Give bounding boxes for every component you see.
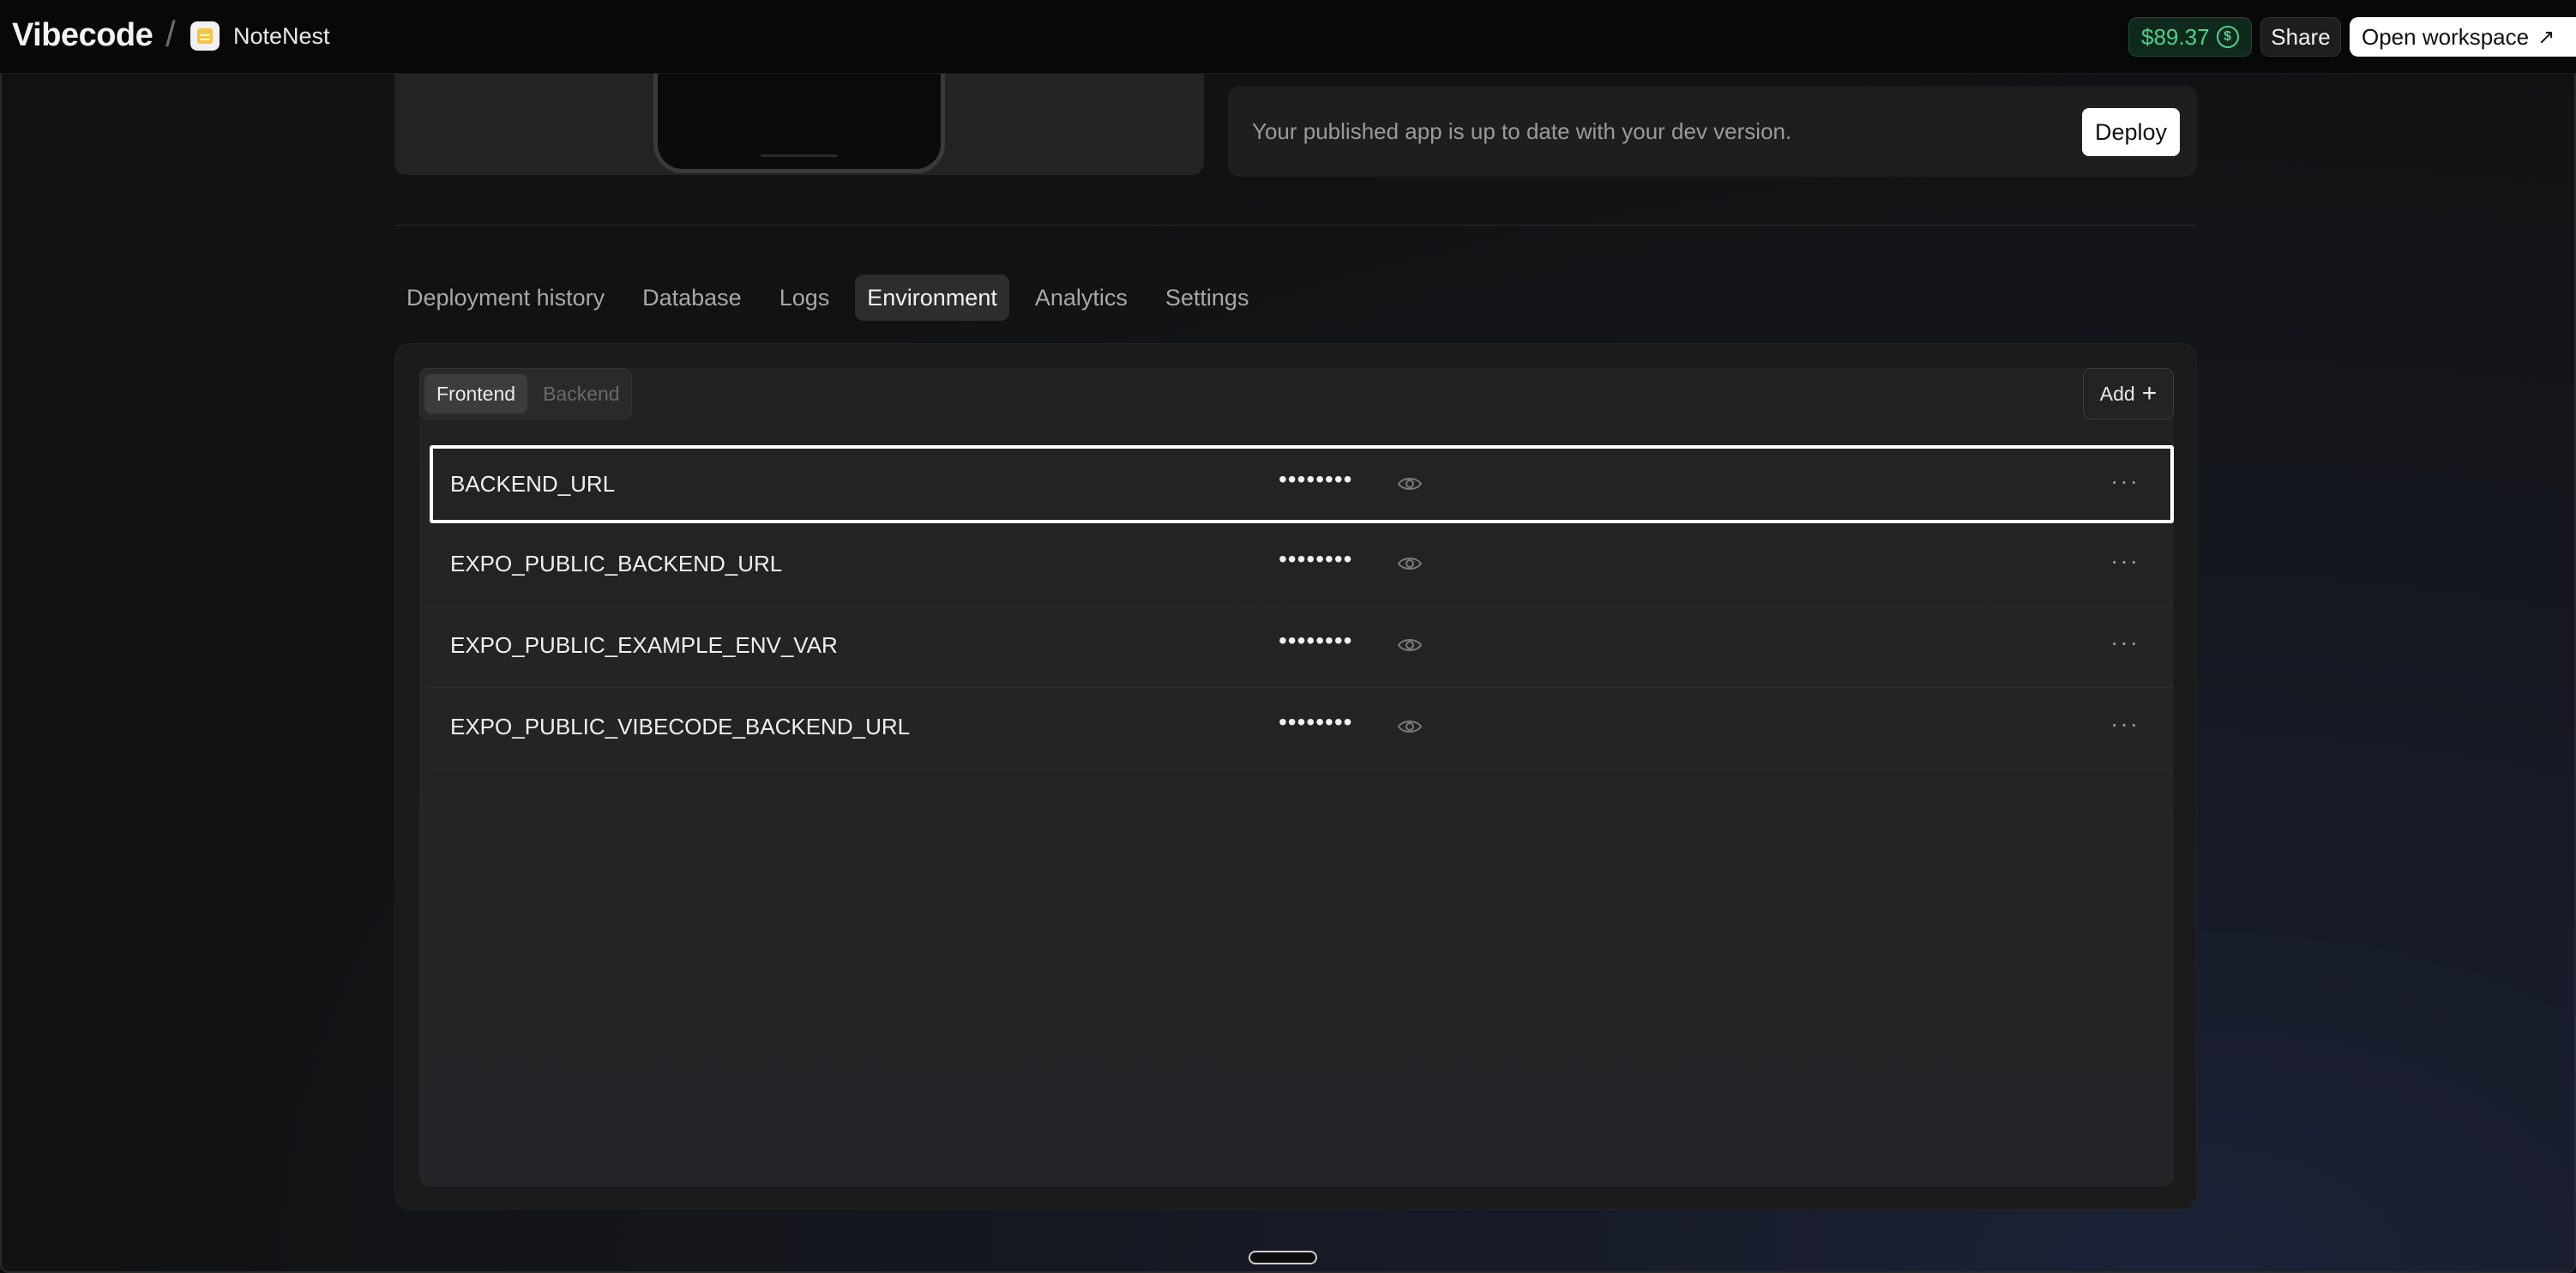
- env-variable-list: BACKEND_URL •••••••• ··· EXPO_PUBLIC_BAC…: [430, 445, 2174, 769]
- brand-logo[interactable]: Vibecode: [12, 17, 153, 54]
- plus-icon: +: [2141, 379, 2158, 407]
- dollar-coin-icon: $: [2216, 26, 2239, 48]
- segment-backend[interactable]: Backend: [531, 374, 632, 413]
- env-variable-key: BACKEND_URL: [450, 471, 616, 497]
- more-options-icon[interactable]: ···: [2110, 710, 2140, 738]
- env-variable-value-masked: ••••••••: [1279, 627, 1353, 654]
- home-indicator-bar[interactable]: [1249, 1251, 1317, 1264]
- notes-app-icon: [190, 21, 220, 51]
- env-variable-row[interactable]: BACKEND_URL •••••••• ···: [430, 445, 2174, 523]
- segment-frontend[interactable]: Frontend: [424, 374, 528, 413]
- tab-analytics[interactable]: Analytics: [1023, 275, 1140, 321]
- deploy-status-text: Your published app is up to date with yo…: [1252, 118, 1792, 144]
- credits-amount: $89.37: [2141, 23, 2210, 50]
- eye-icon[interactable]: [1397, 717, 1423, 736]
- environment-panel: Frontend Backend Add + BACKEND_URL •••••…: [394, 343, 2197, 1210]
- more-options-icon[interactable]: ···: [2110, 629, 2140, 656]
- more-options-icon[interactable]: ···: [2110, 468, 2140, 495]
- tab-logs[interactable]: Logs: [767, 275, 842, 321]
- deploy-status-card: Your published app is up to date with yo…: [1228, 86, 2197, 177]
- open-workspace-button[interactable]: Open workspace ↗: [2350, 17, 2576, 57]
- tab-deployment-history[interactable]: Deployment history: [394, 275, 617, 321]
- phone-preview: [653, 74, 945, 173]
- tab-database[interactable]: Database: [630, 275, 754, 321]
- env-variable-key: EXPO_PUBLIC_BACKEND_URL: [450, 551, 783, 576]
- tab-settings[interactable]: Settings: [1153, 275, 1261, 321]
- app-name[interactable]: NoteNest: [233, 23, 330, 50]
- frontend-backend-toggle: Frontend Backend: [419, 368, 632, 419]
- add-label: Add: [2099, 382, 2135, 405]
- project-tabs: Deployment history Database Logs Environ…: [394, 275, 1274, 321]
- deploy-button[interactable]: Deploy: [2082, 108, 2180, 156]
- section-divider: [394, 225, 2197, 226]
- top-bar: Vibecode / NoteNest $89.37 $ Share Open …: [0, 0, 2576, 74]
- eye-icon[interactable]: [1397, 636, 1423, 655]
- tab-environment[interactable]: Environment: [855, 275, 1009, 321]
- eye-icon[interactable]: [1397, 554, 1423, 573]
- breadcrumb-separator: /: [166, 14, 176, 54]
- env-variable-value-masked: ••••••••: [1279, 709, 1353, 735]
- arrow-up-right-icon: ↗: [2537, 25, 2555, 49]
- open-workspace-label: Open workspace: [2362, 23, 2530, 50]
- env-variable-key: EXPO_PUBLIC_EXAMPLE_ENV_VAR: [450, 632, 838, 658]
- env-variable-value-masked: ••••••••: [1279, 466, 1353, 492]
- add-variable-button[interactable]: Add +: [2083, 368, 2174, 419]
- env-variable-key: EXPO_PUBLIC_VIBECODE_BACKEND_URL: [450, 714, 911, 739]
- share-button[interactable]: Share: [2260, 17, 2341, 57]
- env-variable-value-masked: ••••••••: [1279, 546, 1353, 572]
- credits-badge[interactable]: $89.37 $: [2128, 17, 2252, 57]
- env-variable-row[interactable]: EXPO_PUBLIC_EXAMPLE_ENV_VAR •••••••• ···: [430, 606, 2174, 688]
- eye-icon[interactable]: [1397, 474, 1423, 493]
- env-variable-row[interactable]: EXPO_PUBLIC_BACKEND_URL •••••••• ···: [430, 525, 2174, 606]
- env-variable-row[interactable]: EXPO_PUBLIC_VIBECODE_BACKEND_URL •••••••…: [430, 688, 2174, 769]
- more-options-icon[interactable]: ···: [2110, 547, 2140, 575]
